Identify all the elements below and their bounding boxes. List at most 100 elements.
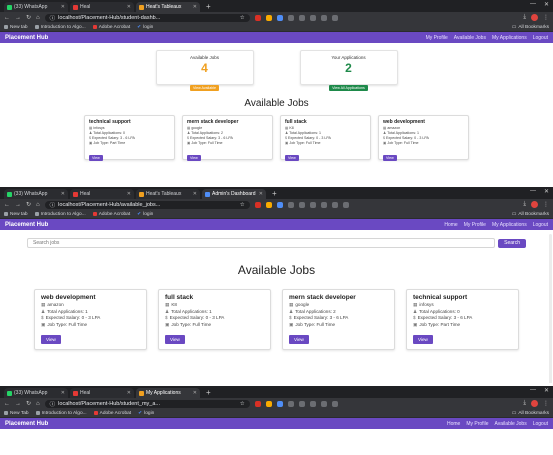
menu-icon[interactable]: ⋮	[543, 201, 549, 208]
extension-icon[interactable]	[320, 14, 327, 21]
bookmark-item[interactable]: Adobe Acrobat	[93, 411, 131, 416]
nav-link-profile[interactable]: My Profile	[466, 421, 488, 427]
forward-icon[interactable]: →	[15, 15, 21, 21]
close-icon[interactable]: ✕	[127, 191, 131, 197]
extension-icon[interactable]	[309, 14, 316, 21]
star-icon[interactable]: ☆	[240, 15, 245, 21]
url-field[interactable]: ⓘ localhost/Placement-Hub/student_my_a...…	[44, 399, 250, 408]
extension-icon[interactable]	[287, 201, 294, 208]
view-job-button[interactable]: View	[165, 335, 185, 344]
forward-icon[interactable]: →	[15, 401, 21, 407]
view-job-button[interactable]: View	[285, 155, 299, 161]
download-icon[interactable]: ⤓	[523, 14, 526, 21]
bookmark-item[interactable]: New Tab	[4, 411, 29, 416]
close-window-icon[interactable]: ✕	[544, 1, 549, 8]
view-job-button[interactable]: View	[413, 335, 433, 344]
bookmark-item[interactable]: ✔ login	[138, 411, 154, 416]
reload-icon[interactable]: ↻	[26, 201, 31, 208]
browser-tab[interactable]: Heal ✕	[70, 2, 134, 12]
extension-icon[interactable]	[265, 400, 272, 407]
brand-logo[interactable]: Placement Hub	[5, 35, 48, 41]
view-job-button[interactable]: View	[289, 335, 309, 344]
extension-icon[interactable]	[254, 201, 261, 208]
close-icon[interactable]: ✕	[61, 4, 65, 10]
minimize-icon[interactable]: —	[530, 188, 536, 195]
extension-icon[interactable]	[276, 201, 283, 208]
nav-link-profile[interactable]: My Profile	[464, 222, 486, 228]
download-icon[interactable]: ⤓	[523, 400, 526, 407]
browser-tab[interactable]: Heal ✕	[70, 388, 134, 398]
bookmark-item[interactable]: Introduction to Algo...	[34, 212, 86, 217]
extension-icon[interactable]	[309, 201, 316, 208]
close-window-icon[interactable]: ✕	[544, 188, 549, 195]
extension-icon[interactable]	[287, 400, 294, 407]
search-input[interactable]	[27, 238, 496, 248]
url-field[interactable]: ⓘ localhost/Placement-Hub/available_jobs.…	[44, 200, 250, 209]
profile-avatar[interactable]	[531, 14, 538, 21]
browser-tab-active[interactable]: Heat's Tableaux ✕	[136, 2, 200, 12]
close-icon[interactable]: ✕	[193, 390, 197, 396]
view-job-button[interactable]: View	[383, 155, 397, 161]
site-info-icon[interactable]: ⓘ	[50, 201, 56, 209]
extension-icon[interactable]	[298, 400, 305, 407]
home-icon[interactable]: ⌂	[36, 15, 40, 21]
browser-tab-active[interactable]: Admin's Dashboard ✕	[202, 189, 266, 199]
close-icon[interactable]: ✕	[193, 191, 197, 197]
bookmark-item[interactable]: ✔ login	[137, 212, 153, 217]
browser-tab-active[interactable]: My Applications ✕	[136, 388, 200, 398]
minimize-icon[interactable]: —	[530, 1, 536, 8]
extension-icon[interactable]	[265, 14, 272, 21]
all-bookmarks[interactable]: ▭ All Bookmarks	[512, 411, 549, 416]
all-bookmarks[interactable]: ▭ All Bookmarks	[512, 212, 549, 217]
bookmark-item[interactable]: Introduction to Algo...	[35, 411, 87, 416]
back-icon[interactable]: ←	[4, 15, 10, 21]
home-icon[interactable]: ⌂	[36, 401, 40, 407]
menu-icon[interactable]: ⋮	[543, 14, 549, 21]
extension-icon[interactable]	[265, 201, 272, 208]
menu-icon[interactable]: ⋮	[543, 400, 549, 407]
extension-icon[interactable]	[331, 14, 338, 21]
view-job-button[interactable]: View	[41, 335, 61, 344]
reload-icon[interactable]: ↻	[26, 400, 31, 407]
browser-tab[interactable]: (33) WhatsApp ✕	[4, 189, 68, 199]
star-icon[interactable]: ☆	[240, 401, 245, 407]
extension-icon[interactable]	[298, 201, 305, 208]
nav-link-available-jobs[interactable]: Available Jobs	[454, 35, 486, 41]
extension-icon[interactable]	[298, 14, 305, 21]
close-icon[interactable]: ✕	[259, 191, 263, 197]
view-job-button[interactable]: View	[187, 155, 201, 161]
browser-tab[interactable]: (33) WhatsApp ✕	[4, 388, 68, 398]
brand-logo[interactable]: Placement Hub	[5, 421, 48, 427]
forward-icon[interactable]: →	[15, 202, 21, 208]
url-field[interactable]: ⓘ localhost/Placement-Hub/student-dashb..…	[44, 13, 250, 22]
extension-icon[interactable]	[331, 201, 338, 208]
home-icon[interactable]: ⌂	[36, 202, 40, 208]
extension-icon[interactable]	[309, 400, 316, 407]
download-icon[interactable]: ⤓	[523, 201, 526, 208]
extension-icon[interactable]	[276, 400, 283, 407]
extension-icon[interactable]	[287, 14, 294, 21]
view-available-button[interactable]: View Available	[189, 85, 220, 91]
extension-icon[interactable]	[320, 400, 327, 407]
close-window-icon[interactable]: ✕	[544, 387, 549, 394]
brand-logo[interactable]: Placement Hub	[5, 222, 48, 228]
bookmark-item[interactable]: New tab	[4, 212, 28, 217]
bookmark-item[interactable]: Introduction to Algo...	[34, 25, 86, 30]
extension-icon[interactable]	[276, 14, 283, 21]
search-button[interactable]: Search	[498, 238, 526, 248]
back-icon[interactable]: ←	[4, 401, 10, 407]
profile-avatar[interactable]	[531, 400, 538, 407]
nav-link-profile[interactable]: My Profile	[426, 35, 448, 41]
minimize-icon[interactable]: —	[530, 387, 536, 394]
scrollbar[interactable]	[549, 234, 552, 383]
site-info-icon[interactable]: ⓘ	[50, 14, 56, 22]
close-icon[interactable]: ✕	[127, 4, 131, 10]
new-tab-icon[interactable]: +	[268, 189, 281, 198]
extension-icon[interactable]	[254, 14, 261, 21]
site-info-icon[interactable]: ⓘ	[50, 400, 56, 408]
browser-tab[interactable]: (33) WhatsApp ✕	[4, 2, 68, 12]
close-icon[interactable]: ✕	[193, 4, 197, 10]
extension-icon[interactable]	[342, 201, 349, 208]
close-icon[interactable]: ✕	[61, 191, 65, 197]
new-tab-icon[interactable]: +	[202, 2, 215, 11]
